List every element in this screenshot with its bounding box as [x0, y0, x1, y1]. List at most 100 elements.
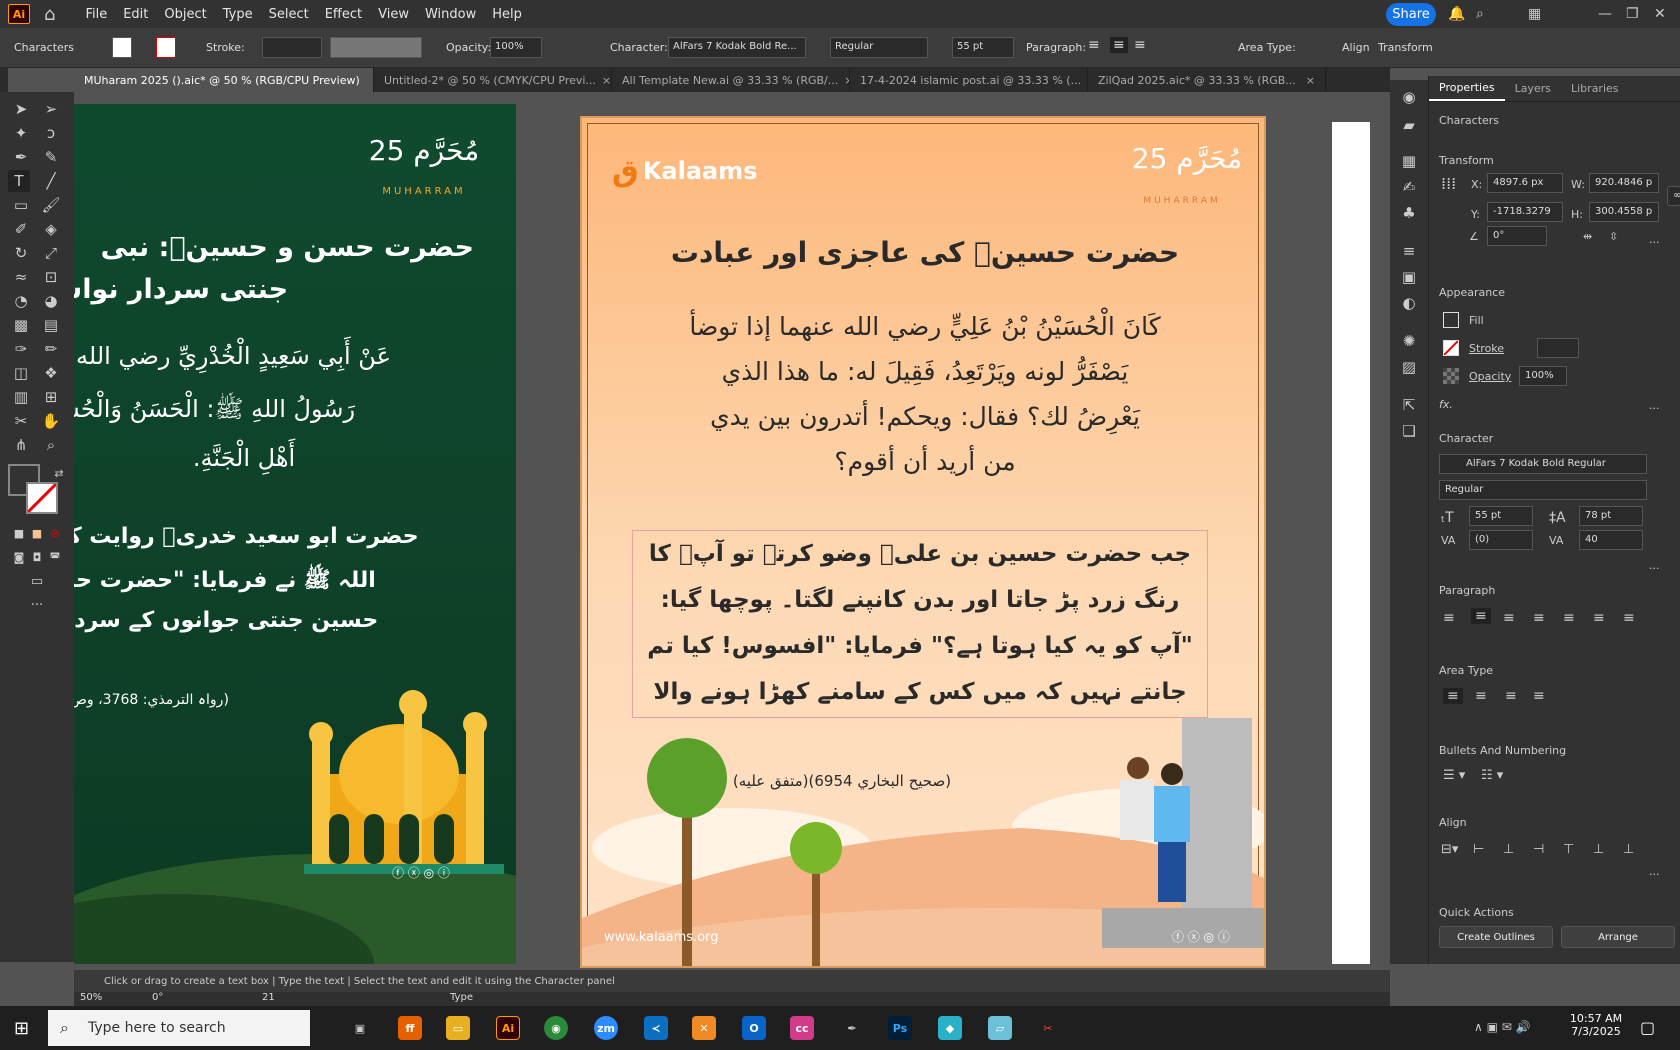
outlook-icon[interactable]: O	[742, 1016, 766, 1040]
document-tab[interactable]: 17-4-2024 islamic post.ai @ 33.33 % (...…	[850, 68, 1088, 92]
font-family-select[interactable]: AlFars 7 Kodak Bold Regular	[1439, 454, 1647, 474]
graphic-styles-icon[interactable]: ▨	[1398, 356, 1420, 378]
align-h-center-icon[interactable]: ⊥	[1503, 842, 1514, 857]
gradient-tool-icon[interactable]: ▤	[40, 314, 62, 336]
fx-button[interactable]: fx.	[1439, 398, 1453, 411]
blend-tool-icon[interactable]: ◫	[10, 362, 32, 384]
app-window-icon[interactable]: ▱	[988, 1016, 1012, 1040]
pen-app-icon[interactable]: ✒	[840, 1016, 864, 1040]
stroke-weight-input[interactable]	[1537, 338, 1579, 358]
reference-point-icon[interactable]: ⁞⁞⁞	[1441, 174, 1461, 194]
clock[interactable]: 10:57 AM 7/3/2025	[1566, 1012, 1626, 1038]
align-center-icon[interactable]: ≡	[1110, 37, 1128, 53]
justify-center-icon[interactable]: ≡	[1563, 610, 1575, 626]
none-mode-icon[interactable]: ⊘	[44, 522, 66, 544]
mesh-tool-icon[interactable]: ▩	[10, 314, 32, 336]
character-label[interactable]: Character:	[610, 41, 668, 54]
leading-input[interactable]: 78 pt	[1579, 506, 1643, 526]
area-type-top-icon[interactable]: ≡	[1443, 688, 1463, 704]
opacity-input[interactable]: 100%	[490, 37, 542, 58]
document-tab[interactable]: ZilQad 2025.aic* @ 33.33 % (RGB... ×	[1088, 68, 1326, 92]
width-input[interactable]: 920.4846 p	[1589, 173, 1659, 193]
color-panel-icon[interactable]: ◉	[1398, 86, 1420, 108]
justify-all-icon[interactable]: ≡	[1623, 610, 1635, 626]
notifications-icon[interactable]: ▢	[1640, 1018, 1655, 1037]
area-type-justify-icon[interactable]: ≡	[1533, 688, 1545, 704]
selection-tool-icon[interactable]: ➤	[10, 98, 32, 120]
color-guide-icon[interactable]: ▰	[1398, 114, 1420, 136]
creative-cloud-icon[interactable]: cc	[790, 1016, 814, 1040]
tab-close-icon[interactable]: ×	[1300, 74, 1315, 87]
direct-selection-tool-icon[interactable]: ➢	[40, 98, 62, 120]
type-tool-icon[interactable]: T	[8, 170, 30, 192]
area-type-label[interactable]: Area Type:	[1238, 41, 1296, 54]
swap-colors-icon[interactable]: ⇄	[48, 462, 70, 484]
more-options-icon[interactable]: ···	[1649, 562, 1660, 575]
restore-icon[interactable]: ❐	[1626, 6, 1639, 22]
bullets-icon[interactable]: ☰ ▾	[1443, 768, 1465, 783]
tab-properties[interactable]: Properties	[1429, 76, 1505, 101]
menu-effect[interactable]: Effect	[317, 7, 370, 22]
rotate-tool-icon[interactable]: ↻	[10, 242, 32, 264]
line-tool-icon[interactable]: ╱	[40, 170, 62, 192]
puppet-warp-tool-icon[interactable]: ⋔	[10, 434, 32, 456]
tab-libraries[interactable]: Libraries	[1561, 76, 1629, 101]
free-transform-tool-icon[interactable]: ⊡	[40, 266, 62, 288]
workspace-icon[interactable]: ▦	[1528, 6, 1541, 22]
align-v-center-icon[interactable]: ⊥	[1593, 842, 1604, 857]
flip-horizontal-icon[interactable]: ⇹	[1583, 230, 1592, 243]
paragraph-label[interactable]: Paragraph:	[1026, 41, 1086, 54]
stroke-swatch[interactable]	[1443, 340, 1459, 356]
chrome-icon[interactable]: ◉	[544, 1016, 568, 1040]
align-left-edge-icon[interactable]: ⊢	[1473, 842, 1484, 857]
bell-icon[interactable]: 🔔	[1448, 6, 1465, 22]
flip-vertical-icon[interactable]: ⇳	[1609, 230, 1618, 243]
area-type-bottom-icon[interactable]: ≡	[1505, 688, 1517, 704]
document-tab[interactable]: Untitled-2* @ 50 % (CMYK/CPU Previ... ×	[374, 68, 612, 92]
windows-start-icon[interactable]: ⊞	[14, 1018, 29, 1039]
rotation-view[interactable]: 0°	[152, 992, 163, 1003]
live-paint-tool-icon[interactable]: ◕	[40, 290, 62, 312]
tab-close-icon[interactable]: ×	[838, 74, 849, 87]
pen-tool-icon[interactable]: ✒	[10, 146, 32, 168]
tab-close-icon[interactable]: ×	[1081, 74, 1087, 87]
rectangle-tool-icon[interactable]: ▭	[10, 194, 32, 216]
stroke-swatch[interactable]	[156, 37, 176, 58]
taskbar-search[interactable]: ⌕ Type here to search	[48, 1010, 310, 1046]
illustrator-taskbar-icon[interactable]: Ai	[496, 1016, 520, 1040]
fill-swatch[interactable]	[1443, 312, 1459, 328]
urdu-translation-textbox[interactable]: جب حضرت حسین بن علیؓ وضو کرتے تو آپؓ کا …	[632, 530, 1208, 718]
curvature-tool-icon[interactable]: ✎	[40, 146, 62, 168]
graph-tool-icon[interactable]: ▥	[10, 386, 32, 408]
align-right-icon[interactable]: ≡	[1503, 610, 1515, 626]
align-bottom-edge-icon[interactable]: ⊥	[1623, 842, 1634, 857]
lasso-tool-icon[interactable]: ↄ	[40, 122, 62, 144]
file-explorer-icon[interactable]: ▭	[446, 1016, 470, 1040]
main-artboard[interactable]: ق Kalaams 25 مُحَرَّم MUHARRAM حضرت حسین…	[580, 116, 1266, 968]
panel-collapse-strip[interactable]	[0, 68, 8, 92]
stroke-weight-input[interactable]	[262, 37, 322, 58]
menu-view[interactable]: View	[370, 7, 417, 22]
document-tab[interactable]: MUharam 2025 ().aic* @ 50 % (RGB/CPU Pre…	[74, 68, 374, 92]
opacity-label[interactable]: Opacity	[1469, 370, 1511, 383]
align-left-icon[interactable]: ≡	[1088, 37, 1100, 53]
create-outlines-button[interactable]: Create Outlines	[1439, 926, 1553, 948]
height-input[interactable]: 300.4558 p	[1589, 202, 1659, 222]
left-artboard[interactable]: 25 مُحَرَّم MUHARRAM حضرت حسن و حسینؓ: ن…	[74, 104, 516, 964]
export-icon[interactable]: ⇱	[1398, 394, 1420, 416]
symbols-icon[interactable]: ♣	[1398, 202, 1420, 224]
tracking-input[interactable]: 40	[1579, 530, 1643, 550]
vscode-icon[interactable]: ≺	[644, 1016, 668, 1040]
shaper-tool-icon[interactable]: ✐	[10, 218, 32, 240]
hand-tool-icon[interactable]: ✋	[40, 410, 62, 432]
opacity-input[interactable]: 100%	[1519, 366, 1567, 386]
screen-mode-icon[interactable]: ▭	[26, 570, 48, 592]
font-family-select[interactable]: AlFars 7 Kodak Bold Re...	[668, 37, 806, 58]
magic-wand-tool-icon[interactable]: ✦	[10, 122, 32, 144]
menu-type[interactable]: Type	[215, 7, 261, 22]
align-left-icon[interactable]: ≡	[1443, 610, 1455, 626]
x-input[interactable]: 4897.6 px	[1487, 173, 1563, 193]
font-style-select[interactable]: Regular	[830, 37, 928, 58]
y-input[interactable]: -1718.3279	[1487, 202, 1563, 222]
artboard-tool-icon[interactable]: ⊞	[40, 386, 62, 408]
